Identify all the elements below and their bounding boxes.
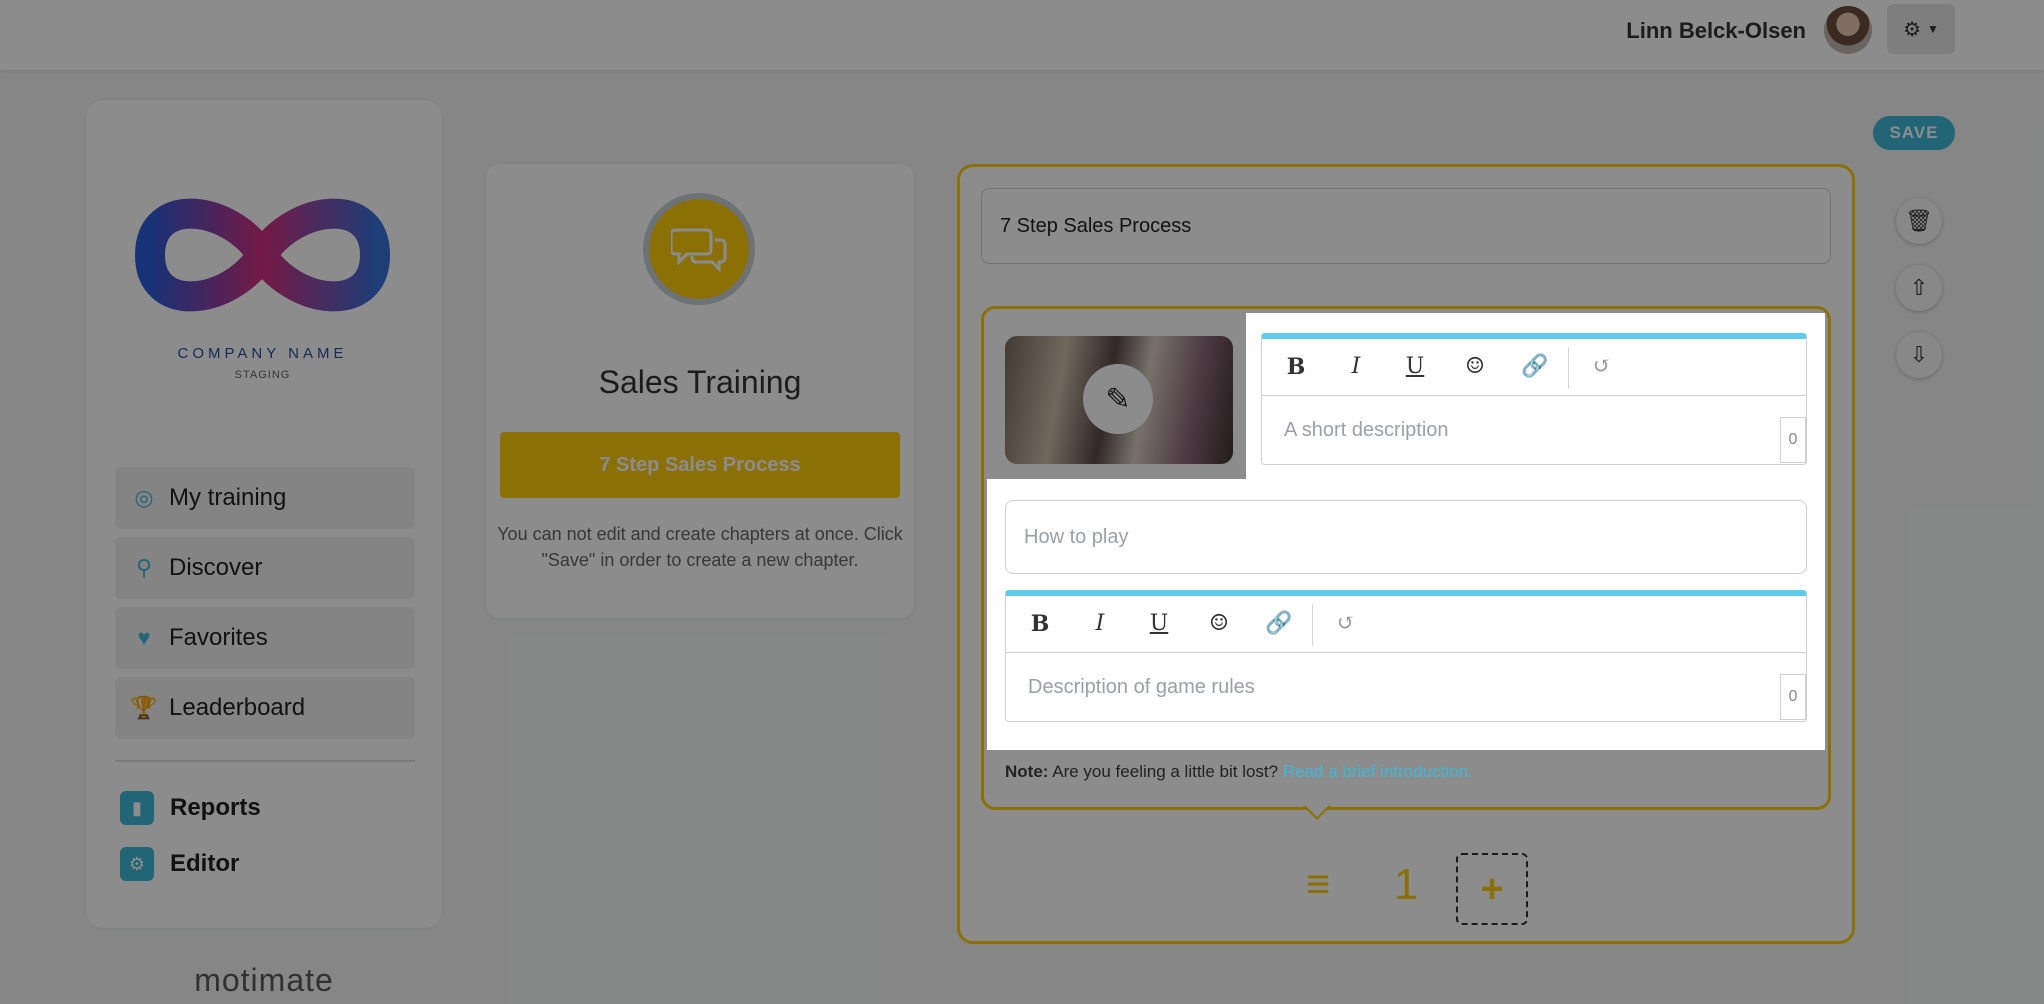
trophy-icon: 🏆	[130, 695, 158, 720]
editor-note: Note: Are you feeling a little bit lost?…	[1005, 762, 1473, 782]
panel-pointer-inner	[1306, 806, 1328, 817]
sidebar-item-leaderboard[interactable]: 🏆 Leaderboard	[115, 677, 415, 739]
sidebar-link-label: Reports	[170, 794, 261, 821]
link-icon[interactable]: 🔗	[1265, 610, 1293, 638]
sidebar-item-discover[interactable]: ⚲ Discover	[115, 537, 415, 599]
delete-button[interactable]: 🗑	[1896, 198, 1942, 244]
add-chapter-button[interactable]: +	[1456, 853, 1528, 925]
char-counter: 0	[1780, 417, 1806, 463]
char-counter: 0	[1780, 674, 1806, 720]
move-down-button[interactable]: ⇩	[1896, 332, 1942, 378]
course-note: You can not edit and create chapters at …	[497, 524, 903, 570]
bold-button[interactable]: B	[1282, 353, 1310, 381]
sidebar-item-label: Favorites	[169, 624, 268, 651]
search-icon: ⚲	[135, 555, 153, 580]
gear-icon: ⚙	[120, 847, 154, 881]
chapter-number[interactable]: 1	[1386, 860, 1426, 910]
sidebar-item-label: Discover	[169, 554, 263, 581]
rte-toolbar: B I U ☺ 🔗 ↺	[1262, 339, 1806, 396]
heart-icon: ♥	[137, 625, 151, 650]
bold-button[interactable]: B	[1026, 610, 1054, 638]
rte-toolbar: B I U ☺ 🔗 ↺	[1006, 596, 1806, 653]
brand-logo: motimate	[194, 962, 334, 998]
user-name[interactable]: Linn Belck-Olsen	[1626, 18, 1806, 44]
undo-icon[interactable]: ↺	[1588, 353, 1616, 381]
emoji-icon[interactable]: ☺	[1461, 353, 1489, 381]
how-to-play-input[interactable]: How to play	[1005, 500, 1807, 574]
pencil-icon: ✎	[1105, 382, 1131, 416]
italic-button[interactable]: I	[1086, 610, 1114, 638]
short-description-editor[interactable]: B I U ☺ 🔗 ↺ A short description 0	[1261, 333, 1807, 465]
rules-placeholder: Description of game rules	[1028, 676, 1255, 698]
sidebar-link-reports[interactable]: ▮ Reports	[120, 788, 261, 828]
bar-chart-icon: ▮	[120, 791, 154, 825]
sidebar-divider	[115, 760, 415, 762]
sidebar-item-favorites[interactable]: ♥ Favorites	[115, 607, 415, 669]
undo-icon[interactable]: ↺	[1332, 610, 1360, 638]
trash-icon: 🗑	[1905, 208, 1933, 233]
underline-button[interactable]: U	[1145, 610, 1173, 638]
chat-bubbles-icon	[643, 193, 755, 305]
company-name: COMPANY NAME	[177, 345, 348, 362]
chevron-down-icon: ▼	[1927, 22, 1939, 36]
move-up-icon: ⇧	[1909, 275, 1929, 300]
note-label: Note:	[1005, 762, 1049, 781]
sidebar-item-label: My training	[169, 484, 287, 511]
company-logo	[134, 198, 391, 312]
note-text: Are you feeling a little bit lost?	[1052, 762, 1279, 781]
edit-image-button[interactable]: ✎	[1083, 364, 1153, 434]
underline-button[interactable]: U	[1401, 353, 1429, 381]
short-description-placeholder: A short description	[1284, 419, 1449, 441]
sidebar-link-label: Editor	[170, 850, 240, 877]
sidebar-item-label: Leaderboard	[169, 694, 306, 721]
emoji-icon[interactable]: ☺	[1205, 610, 1233, 638]
intro-link[interactable]: Read a brief introduction.	[1283, 762, 1473, 781]
avatar[interactable]	[1824, 6, 1872, 54]
save-button[interactable]: SAVE	[1873, 116, 1955, 150]
settings-menu-button[interactable]: ⚙ ▼	[1887, 4, 1955, 54]
gear-icon: ⚙	[1903, 18, 1922, 41]
course-title: Sales Training	[598, 364, 802, 400]
company-tag: STAGING	[234, 369, 291, 381]
italic-button[interactable]: I	[1342, 353, 1370, 381]
chapter-button[interactable]: 7 Step Sales Process	[500, 432, 900, 498]
chapter-list-icon[interactable]: ≡	[1298, 863, 1338, 905]
move-down-icon: ⇩	[1909, 342, 1929, 367]
target-icon: ◎	[134, 485, 154, 510]
link-icon[interactable]: 🔗	[1521, 353, 1549, 381]
chapter-title-input[interactable]: 7 Step Sales Process	[981, 188, 1831, 264]
move-up-button[interactable]: ⇧	[1896, 265, 1942, 311]
sidebar-link-editor[interactable]: ⚙ Editor	[120, 844, 239, 884]
sidebar-item-my-training[interactable]: ◎ My training	[115, 467, 415, 529]
game-rules-editor[interactable]: B I U ☺ 🔗 ↺ Description of game rules 0	[1005, 590, 1807, 722]
